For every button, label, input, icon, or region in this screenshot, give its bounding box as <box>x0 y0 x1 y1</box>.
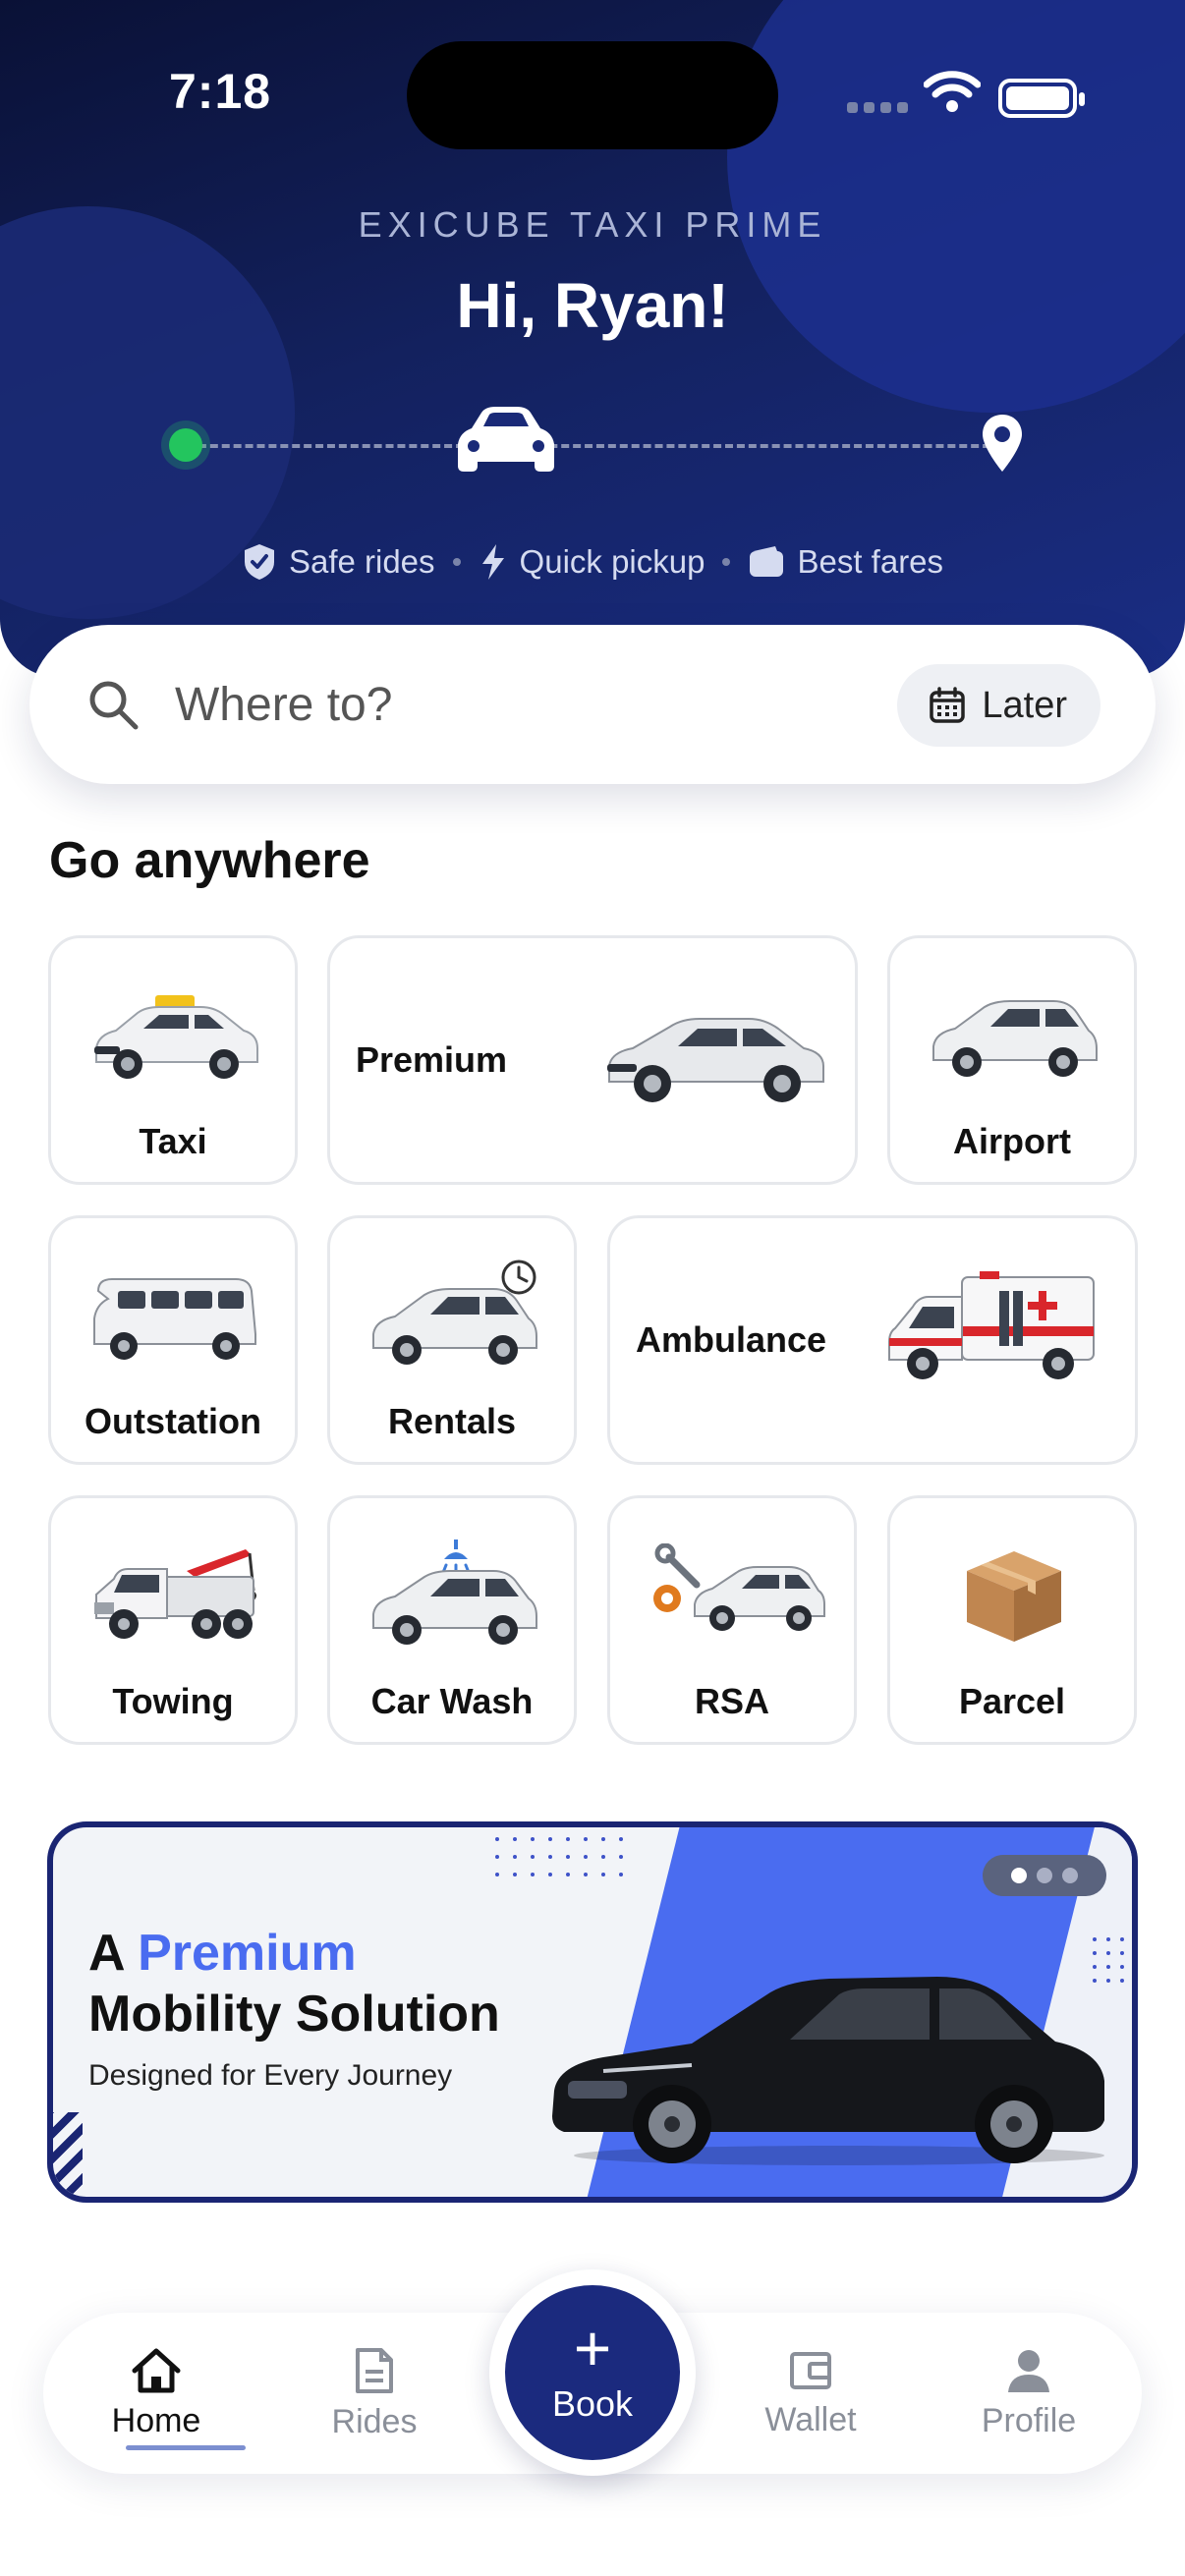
battery-icon <box>998 79 1085 118</box>
sedan-icon <box>607 1018 824 1102</box>
pager-dot <box>1011 1868 1027 1883</box>
wallet-icon <box>750 546 784 577</box>
tab-label: Profile <box>981 2401 1077 2439</box>
tab-label: Home <box>111 2401 201 2439</box>
services-title: Go anywhere <box>49 832 370 889</box>
schedule-label: Later <box>982 684 1067 726</box>
wifi-icon <box>924 71 981 112</box>
service-tile-towing[interactable]: Towing <box>48 1495 298 1745</box>
greeting: Hi, Ryan! <box>456 270 729 341</box>
van-icon <box>93 1278 256 1360</box>
roadside-assist-icon <box>653 1543 825 1631</box>
service-tile-taxi[interactable]: Taxi <box>48 935 298 1185</box>
rental-car-clock-icon <box>372 1260 537 1365</box>
car-icon <box>458 407 554 472</box>
schedule-later-button[interactable]: Later <box>897 664 1100 747</box>
person-icon <box>1008 2349 1049 2392</box>
search-bar[interactable]: Where to? Later <box>29 625 1156 784</box>
pager-dot <box>1062 1868 1078 1883</box>
wallet-icon <box>790 2351 831 2389</box>
service-label: Car Wash <box>370 1681 534 1721</box>
tab-label: Wallet <box>764 2400 857 2438</box>
banner-headline: A Premium <box>88 1924 357 1983</box>
feature-label: Best fares <box>797 543 944 580</box>
service-tile-rentals[interactable]: Rentals <box>327 1215 577 1465</box>
service-label: Taxi <box>139 1121 207 1161</box>
destination-pin-icon <box>983 415 1022 472</box>
brand-name: EXICUBE TAXI PRIME <box>358 204 827 245</box>
status-time: 7:18 <box>169 64 272 119</box>
service-label: Towing <box>112 1681 234 1721</box>
route-start-dot <box>169 428 202 462</box>
bolt-icon <box>481 544 504 580</box>
tab-home[interactable]: Home <box>73 2313 246 2474</box>
service-label: Rentals <box>387 1401 517 1441</box>
stripe-decor <box>53 2112 83 2197</box>
ambulance-icon <box>888 1271 1095 1379</box>
feature-label: Quick pickup <box>519 543 705 580</box>
service-label: Parcel <box>958 1681 1066 1721</box>
banner-headline-accent: Premium <box>138 1925 357 1982</box>
book-button[interactable]: + Book <box>489 2269 696 2476</box>
service-label: RSA <box>694 1681 769 1721</box>
tab-rides[interactable]: Rides <box>291 2313 458 2474</box>
feature-best-fares: Best fares <box>748 543 943 581</box>
book-button-inner: + Book <box>505 2285 680 2460</box>
separator-dot <box>452 558 461 566</box>
luxury-sedan-image <box>552 1977 1104 2165</box>
feature-highlights: Safe rides Quick pickup Best fares <box>0 542 1185 582</box>
search-icon <box>89 681 139 730</box>
banner-headline-prefix: A <box>88 1925 124 1982</box>
service-tile-outstation[interactable]: Outstation <box>48 1215 298 1465</box>
route-line <box>187 444 1002 448</box>
car-wash-icon <box>372 1540 537 1645</box>
parcel-box-icon <box>967 1551 1061 1642</box>
service-tile-ambulance[interactable]: Ambulance <box>607 1215 1138 1465</box>
hatchback-icon <box>932 1000 1098 1077</box>
banner-pager[interactable] <box>983 1855 1106 1896</box>
book-label: Book <box>551 2383 634 2424</box>
service-tile-premium[interactable]: Premium <box>327 935 858 1185</box>
taxi-car-icon <box>94 995 258 1079</box>
banner-tagline: Designed for Every Journey <box>88 2059 453 2092</box>
service-tile-car-wash[interactable]: Car Wash <box>327 1495 577 1745</box>
service-tile-parcel[interactable]: Parcel <box>887 1495 1137 1745</box>
service-label: Airport <box>953 1121 1071 1161</box>
shield-icon <box>244 544 274 580</box>
plus-icon: + <box>573 2312 612 2384</box>
tow-truck-icon <box>94 1549 256 1639</box>
banner-subheadline: Mobility Solution <box>88 1986 500 2043</box>
tab-label: Rides <box>331 2402 418 2440</box>
promo-banner[interactable]: A Premium Mobility Solution Designed for… <box>47 1821 1138 2203</box>
active-tab-indicator <box>126 2445 246 2450</box>
home-icon <box>132 2348 181 2392</box>
service-tile-rsa[interactable]: RSA <box>607 1495 857 1745</box>
pager-dot <box>1037 1868 1052 1883</box>
search-placeholder: Where to? <box>175 678 393 731</box>
service-label: Premium <box>356 1039 508 1080</box>
service-tile-airport[interactable]: Airport <box>887 935 1137 1185</box>
service-label: Outstation <box>85 1401 261 1441</box>
dot-pattern <box>495 1837 623 1876</box>
feature-quick-pickup: Quick pickup <box>479 542 705 582</box>
tab-wallet[interactable]: Wallet <box>727 2313 894 2474</box>
feature-label: Safe rides <box>288 543 435 580</box>
feature-safe-rides: Safe rides <box>242 542 435 582</box>
tab-profile[interactable]: Profile <box>945 2313 1112 2474</box>
separator-dot <box>722 558 731 566</box>
service-label: Ambulance <box>636 1319 827 1360</box>
dynamic-island <box>407 41 778 149</box>
document-icon <box>356 2347 393 2393</box>
hero-header: 7:18 EXICUBE TAXI PRIME Hi, Ryan! Safe r… <box>0 0 1185 678</box>
calendar-icon <box>930 687 966 723</box>
cellular-signal-icon <box>847 102 908 113</box>
